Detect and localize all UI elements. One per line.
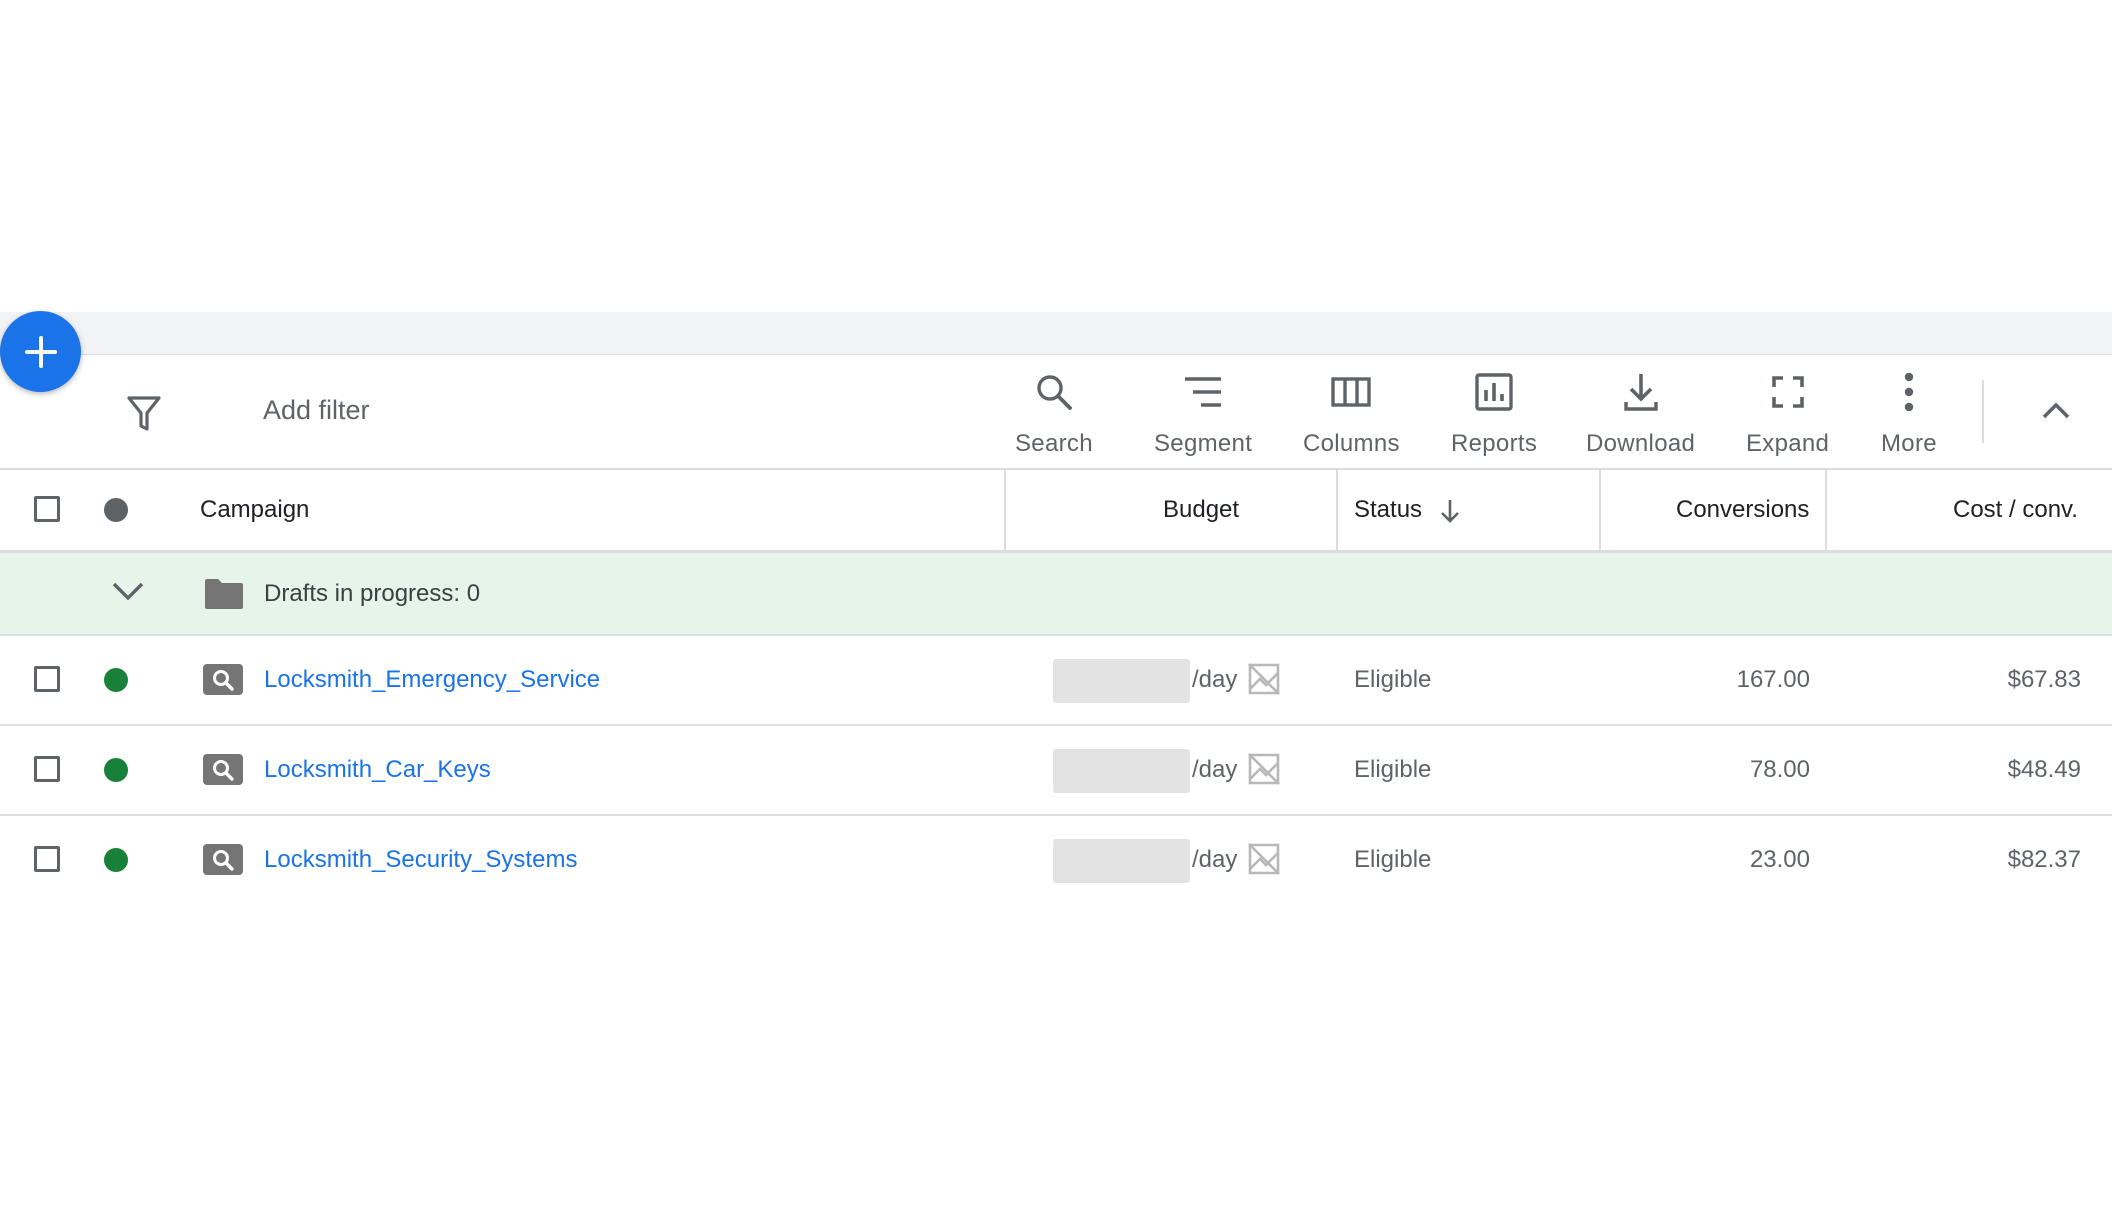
conversions-cell: 23.00 bbox=[1749, 846, 1810, 873]
status-cell: Eligible bbox=[1354, 846, 1432, 873]
budget-value-redacted[interactable] bbox=[1053, 749, 1190, 793]
status-filter-dot[interactable] bbox=[104, 498, 128, 522]
header-campaign[interactable]: Campaign bbox=[200, 496, 309, 524]
budget-chart-off-icon[interactable] bbox=[1247, 752, 1281, 786]
toolbar-divider bbox=[1982, 380, 1984, 443]
reports-icon bbox=[1472, 370, 1516, 414]
header-status[interactable]: Status bbox=[1354, 496, 1422, 524]
select-all-checkbox[interactable] bbox=[34, 496, 60, 522]
chevron-up-icon[interactable] bbox=[2036, 390, 2076, 430]
budget-value-redacted[interactable] bbox=[1053, 659, 1190, 703]
toolbar-download-label: Download bbox=[1586, 430, 1696, 457]
header-budget[interactable]: Budget bbox=[1163, 496, 1239, 524]
toolbar-search-label: Search bbox=[1015, 430, 1093, 457]
toolbar-columns-button[interactable]: Columns bbox=[1303, 370, 1400, 458]
search-campaign-icon bbox=[203, 844, 243, 875]
status-enabled-dot[interactable] bbox=[104, 848, 128, 872]
status-enabled-dot[interactable] bbox=[104, 758, 128, 782]
campaign-link[interactable]: Locksmith_Emergency_Service bbox=[264, 666, 600, 694]
budget-chart-off-icon[interactable] bbox=[1247, 842, 1281, 876]
top-band bbox=[0, 312, 2112, 355]
cost-per-conversion-cell: $82.37 bbox=[2007, 846, 2081, 873]
toolbar-columns-label: Columns bbox=[1303, 430, 1400, 457]
conversions-cell: 78.00 bbox=[1749, 756, 1810, 783]
toolbar-reports-label: Reports bbox=[1451, 430, 1538, 457]
row-checkbox[interactable] bbox=[34, 666, 60, 692]
toolbar-more-button[interactable]: More bbox=[1881, 370, 1937, 458]
search-campaign-icon bbox=[203, 664, 243, 695]
drafts-label[interactable]: Drafts in progress: 0 bbox=[264, 580, 480, 608]
chevron-down-icon[interactable] bbox=[111, 580, 145, 602]
segment-icon bbox=[1181, 370, 1225, 414]
toolbar-search-button[interactable]: Search bbox=[1015, 370, 1093, 458]
row-checkbox[interactable] bbox=[34, 846, 60, 872]
budget-suffix: /day bbox=[1192, 756, 1238, 783]
budget-value-redacted[interactable] bbox=[1053, 839, 1190, 883]
cost-per-conversion-cell: $67.83 bbox=[2007, 666, 2081, 693]
row-checkbox[interactable] bbox=[34, 756, 60, 782]
filter-icon[interactable] bbox=[126, 393, 162, 433]
header-conversions[interactable]: Conversions bbox=[1676, 496, 1809, 524]
sort-descending-icon[interactable] bbox=[1438, 498, 1462, 524]
download-icon bbox=[1619, 370, 1663, 414]
toolbar-reports-button[interactable]: Reports bbox=[1451, 370, 1537, 458]
budget-suffix: /day bbox=[1192, 666, 1238, 693]
header-cost-per-conversion[interactable]: Cost / conv. bbox=[1953, 496, 2078, 524]
search-campaign-icon bbox=[203, 754, 243, 785]
campaign-link[interactable]: Locksmith_Security_Systems bbox=[264, 846, 577, 874]
add-filter-button[interactable]: Add filter bbox=[263, 395, 370, 426]
budget-chart-off-icon[interactable] bbox=[1247, 662, 1281, 696]
status-cell: Eligible bbox=[1354, 756, 1432, 783]
toolbar-more-label: More bbox=[1881, 430, 1937, 457]
campaign-link[interactable]: Locksmith_Car_Keys bbox=[264, 756, 491, 784]
toolbar-segment-button[interactable]: Segment bbox=[1154, 370, 1252, 458]
expand-icon bbox=[1766, 370, 1810, 414]
cost-per-conversion-cell: $48.49 bbox=[2007, 756, 2081, 783]
status-enabled-dot[interactable] bbox=[104, 668, 128, 692]
toolbar-expand-button[interactable]: Expand bbox=[1746, 370, 1829, 458]
columns-icon bbox=[1329, 370, 1373, 414]
toolbar-download-button[interactable]: Download bbox=[1586, 370, 1695, 458]
toolbar-segment-label: Segment bbox=[1154, 430, 1253, 457]
search-icon bbox=[1032, 370, 1076, 414]
toolbar-expand-label: Expand bbox=[1746, 430, 1830, 457]
status-cell: Eligible bbox=[1354, 666, 1432, 693]
more-vert-icon bbox=[1887, 370, 1931, 414]
folder-icon bbox=[205, 579, 243, 609]
conversions-cell: 167.00 bbox=[1736, 666, 1810, 693]
budget-suffix: /day bbox=[1192, 846, 1238, 873]
